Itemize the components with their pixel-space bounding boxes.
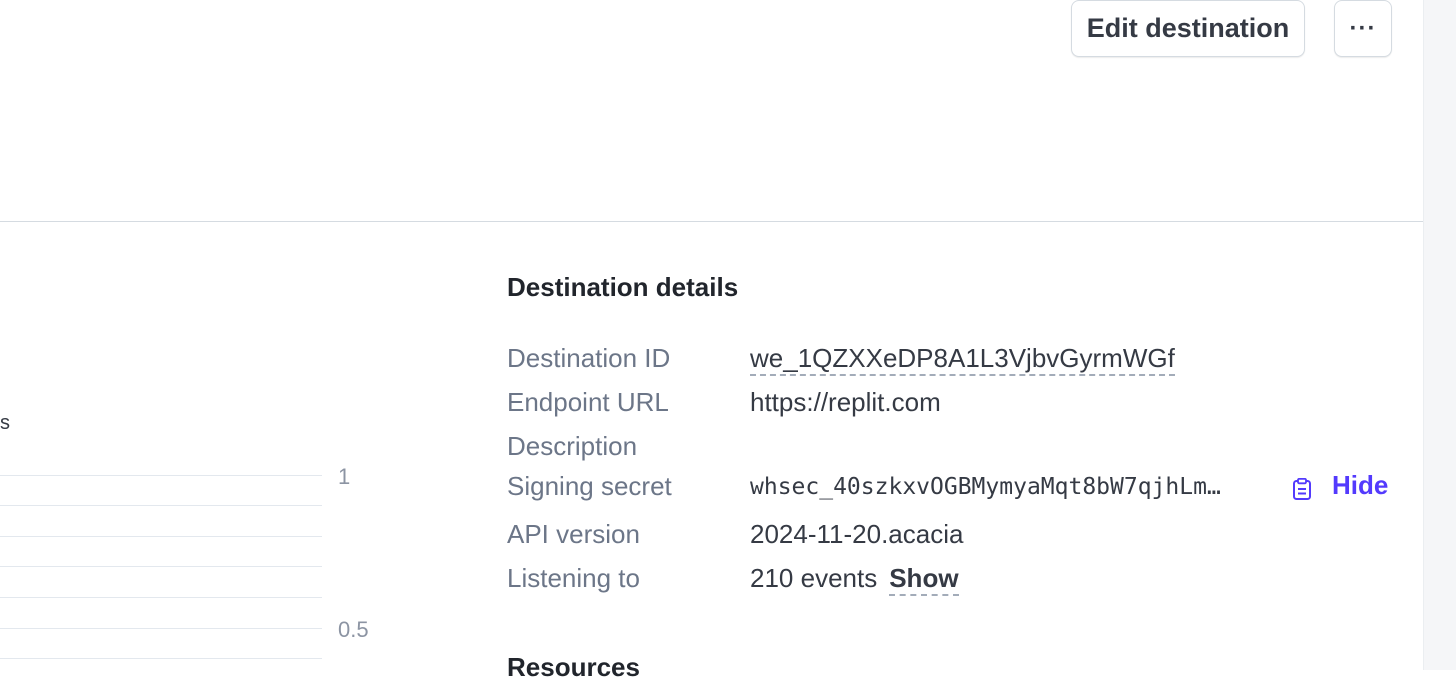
hide-secret-link[interactable]: Hide [1332,470,1388,501]
gridline [0,505,322,506]
destination-id-value[interactable]: we_1QZXXeDP8A1L3VjbvGyrmWGf [750,343,1175,376]
gridline [0,597,322,598]
signing-secret-value: whsec_40szkxvOGBMymyaMqt8bW7qjhLm… [750,474,1221,500]
destination-id-label: Destination ID [507,343,671,373]
signing-secret-label: Signing secret [507,471,672,501]
gridline [0,658,322,659]
description-label: Description [507,431,638,461]
events-chart: s 1 0.5 [0,400,420,670]
events-count: 210 events [750,563,878,593]
gridline [0,475,322,476]
clipboard-icon[interactable] [1292,478,1312,500]
y-tick-label: 1 [338,464,351,489]
right-gutter [1423,0,1456,670]
resources-heading: Resources [507,652,640,682]
show-events-link[interactable]: Show [889,563,959,596]
destination-details-heading: Destination details [507,272,739,302]
api-version-label: API version [507,519,640,549]
edit-destination-button[interactable]: Edit destination [1071,0,1305,57]
listening-to-value: 210 events Show [750,563,959,596]
signing-secret-text: whsec_40szkxvOGBMymyaMqt8bW7qjhLm… [750,474,1221,500]
gridline [0,628,322,629]
chart-legend-fragment: s [0,412,10,434]
gridline [0,536,322,537]
api-version-value: 2024-11-20.acacia [750,519,964,549]
endpoint-url-value: https://replit.com [750,387,941,417]
more-actions-button[interactable]: ··· [1334,0,1392,57]
gridline [0,566,322,567]
endpoint-url-label: Endpoint URL [507,387,669,417]
listening-to-label: Listening to [507,563,640,593]
y-tick-label: 0.5 [338,617,369,642]
section-divider [0,221,1423,222]
destination-id-text[interactable]: we_1QZXXeDP8A1L3VjbvGyrmWGf [750,343,1175,376]
